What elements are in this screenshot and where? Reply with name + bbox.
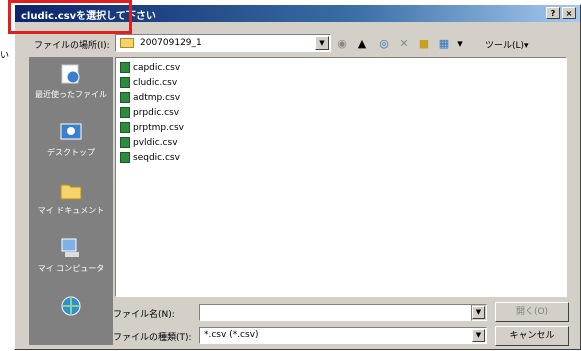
up-folder-icon[interactable]: ▲ xyxy=(355,37,369,50)
documents-icon xyxy=(60,184,82,200)
help-button[interactable]: ? xyxy=(546,7,560,19)
search-web-icon[interactable]: ◎ xyxy=(377,37,391,50)
look-in-value: 200709129_1 xyxy=(140,38,202,48)
chevron-down-icon[interactable]: ▼ xyxy=(472,329,485,342)
place-label: デスクトップ xyxy=(47,148,95,157)
cancel-button[interactable]: キャンセル xyxy=(495,326,569,346)
file-item[interactable]: cludic.csv xyxy=(120,77,177,91)
place-recent[interactable]: 最近使ったファイル xyxy=(29,59,113,115)
filetype-label: ファイルの種類(T): xyxy=(113,333,192,343)
network-icon xyxy=(61,296,81,316)
csv-file-icon xyxy=(120,152,130,163)
file-item[interactable]: prpdic.csv xyxy=(120,107,179,121)
filename-input[interactable] xyxy=(199,304,487,321)
csv-file-icon xyxy=(120,92,130,103)
csv-file-icon xyxy=(120,77,130,88)
highlight-box xyxy=(8,0,132,34)
csv-file-icon xyxy=(120,137,130,148)
csv-file-icon xyxy=(120,62,130,73)
file-open-dialog: cludic.csvを選択して下さい ? × ファイルの場所(I): 20070… xyxy=(14,4,581,350)
filetype-value: *.csv (*.csv) xyxy=(204,330,259,340)
look-in-combo[interactable]: 200709129_1 ▼ xyxy=(115,34,331,52)
places-bar: 最近使ったファイル デスクトップ マイ ドキュメント マイ コンピュータ xyxy=(29,57,113,345)
file-item[interactable]: prptmp.csv xyxy=(120,122,184,136)
chevron-down-icon[interactable]: ▼ xyxy=(472,306,485,319)
place-network[interactable] xyxy=(29,291,113,347)
look-in-label: ファイルの場所(I): xyxy=(34,41,110,51)
place-label: マイ ドキュメント xyxy=(37,206,105,215)
computer-icon xyxy=(61,238,79,257)
views-icon[interactable]: ▦ xyxy=(437,37,451,50)
filename-label: ファイル名(N): xyxy=(113,310,175,320)
recent-icon xyxy=(61,64,80,84)
csv-file-icon xyxy=(120,107,130,118)
file-item[interactable]: adtmp.csv xyxy=(120,92,180,106)
file-item[interactable]: seqdic.csv xyxy=(120,152,180,166)
folder-icon xyxy=(120,38,134,48)
tools-menu[interactable]: ツール(L)▾ xyxy=(485,38,529,51)
views-chevron-icon[interactable]: ▾ xyxy=(453,37,467,50)
close-button[interactable]: × xyxy=(562,7,576,19)
file-list[interactable]: capdic.csv cludic.csv adtmp.csv prpdic.c… xyxy=(115,57,567,297)
new-folder-icon[interactable]: ■ xyxy=(417,37,431,50)
place-label: マイ コンピュータ xyxy=(37,264,105,273)
filename-dropdown[interactable]: ▼ xyxy=(471,304,487,321)
desktop-icon xyxy=(60,123,82,140)
open-button[interactable]: 開く(O) xyxy=(495,302,569,322)
place-computer[interactable]: マイ コンピュータ xyxy=(29,233,113,289)
csv-file-icon xyxy=(120,122,130,133)
chevron-down-icon[interactable]: ▼ xyxy=(315,36,329,50)
side-text: い xyxy=(0,51,10,61)
place-label: 最近使ったファイル xyxy=(35,90,107,99)
place-documents[interactable]: マイ ドキュメント xyxy=(29,175,113,231)
delete-icon[interactable]: ✕ xyxy=(397,37,411,50)
back-icon[interactable]: ◉ xyxy=(335,37,349,50)
file-item[interactable]: capdic.csv xyxy=(120,62,180,76)
filetype-select[interactable]: *.csv (*.csv) ▼ xyxy=(199,327,487,344)
file-item[interactable]: pvldic.csv xyxy=(120,137,178,151)
place-desktop[interactable]: デスクトップ xyxy=(29,117,113,173)
